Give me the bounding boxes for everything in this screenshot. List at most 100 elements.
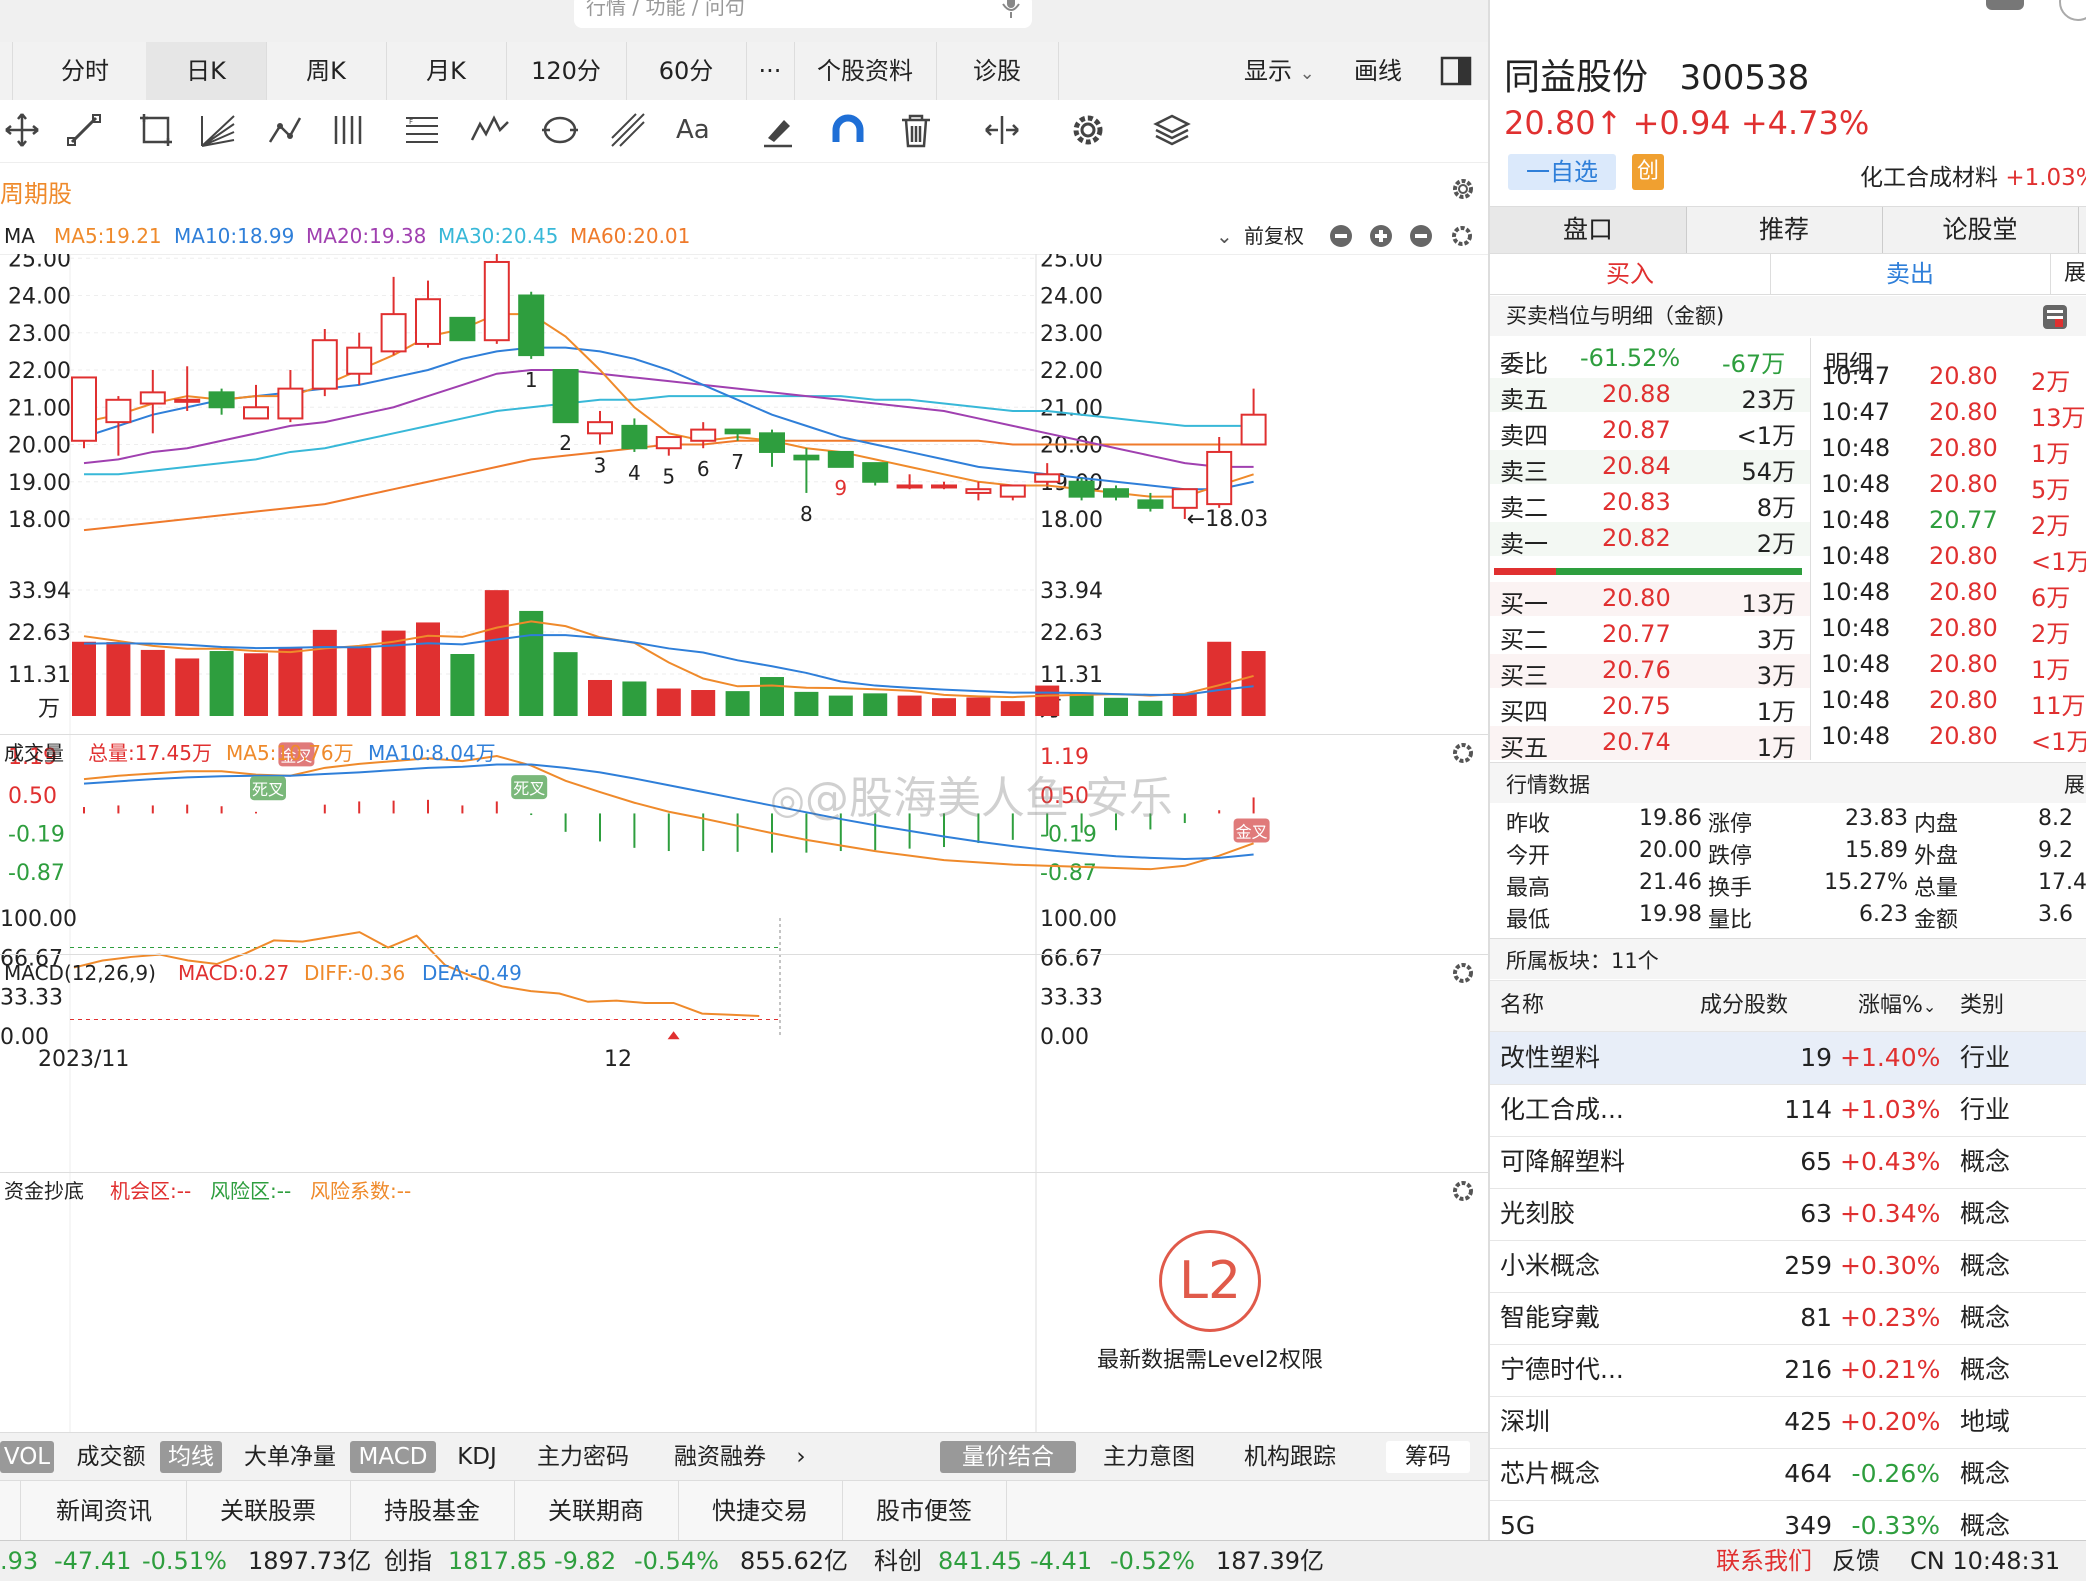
- candle-body[interactable]: [483, 260, 510, 342]
- volume-bar[interactable]: [1241, 651, 1266, 716]
- idx3-name[interactable]: 科创: [874, 1541, 922, 1581]
- volume-bar[interactable]: [932, 698, 956, 716]
- sector-row[interactable]: 宁德时代... 216 +0.21% 概念: [1490, 1344, 2086, 1397]
- volume-bar[interactable]: [1207, 641, 1232, 716]
- candle-body[interactable]: [415, 298, 441, 345]
- expand-horizontal-icon[interactable]: [980, 108, 1024, 152]
- sector-row[interactable]: 化工合成... 114 +1.03% 行业: [1490, 1084, 2086, 1137]
- bid-row[interactable]: 买一 20.80 13万: [1490, 582, 1810, 618]
- tab-volume-price[interactable]: 量价结合: [940, 1441, 1076, 1473]
- candle-body[interactable]: [896, 484, 923, 489]
- sector-row[interactable]: 光刻胶 63 +0.34% 概念: [1490, 1188, 2086, 1241]
- text-tool-icon[interactable]: Aa: [674, 108, 718, 152]
- bid-row[interactable]: 买五 20.74 1万: [1490, 726, 1810, 760]
- line-segment-icon[interactable]: [62, 108, 106, 152]
- tab-monthly-k[interactable]: 月K: [386, 42, 507, 100]
- settings-gear-icon[interactable]: [1450, 740, 1476, 766]
- volume-bar[interactable]: [175, 658, 200, 716]
- tab-notes[interactable]: 股市便签: [842, 1481, 1007, 1540]
- volume-bar[interactable]: [72, 641, 96, 716]
- bid-row[interactable]: 买三 20.76 3万: [1490, 654, 1810, 690]
- tab-stock-profile[interactable]: 个股资料: [794, 42, 937, 100]
- volume-bar[interactable]: [794, 691, 819, 716]
- trash-icon[interactable]: [894, 108, 938, 152]
- sector-row[interactable]: 5G 349 -0.33% 概念: [1490, 1500, 2086, 1540]
- candle-body[interactable]: [518, 294, 545, 357]
- candle-body[interactable]: [380, 313, 407, 353]
- tab-order-book[interactable]: 盘口: [1490, 207, 1687, 253]
- idx2-name[interactable]: 创指: [384, 1541, 432, 1581]
- candle-body[interactable]: [449, 316, 476, 342]
- rectangle-icon[interactable]: [134, 108, 178, 152]
- display-dropdown[interactable]: 显示 ⌄: [1244, 42, 1315, 100]
- tab-quick-trade[interactable]: 快捷交易: [678, 1481, 843, 1540]
- candle-body[interactable]: [827, 450, 854, 468]
- ask-row[interactable]: 卖五 20.88 23万: [1490, 378, 1810, 414]
- candle-body[interactable]: [1068, 480, 1095, 498]
- adjust-dropdown[interactable]: 前复权: [1244, 218, 1304, 254]
- sector-row[interactable]: 智能穿戴 81 +0.23% 概念: [1490, 1292, 2086, 1345]
- volume-bar[interactable]: [1035, 685, 1060, 716]
- volume-bar[interactable]: [828, 695, 853, 716]
- volume-bar[interactable]: [588, 679, 612, 716]
- volume-bar[interactable]: [1104, 697, 1128, 716]
- candle-body[interactable]: [724, 428, 751, 435]
- volume-bar[interactable]: [553, 652, 578, 716]
- candle-body[interactable]: [1103, 488, 1129, 498]
- orderbook-settings-icon[interactable]: [2042, 304, 2068, 330]
- account-icon[interactable]: [2058, 0, 2086, 22]
- candle-body[interactable]: [690, 428, 717, 442]
- fibonacci-icon[interactable]: F: [400, 108, 444, 152]
- tab-margin[interactable]: 融资融券: [660, 1441, 780, 1473]
- contact-us-link[interactable]: 联系我们: [1716, 1541, 1812, 1581]
- candle-body[interactable]: [1137, 499, 1164, 509]
- cycle-icon[interactable]: [538, 108, 582, 152]
- sector-row[interactable]: 芯片概念 464 -0.26% 概念: [1490, 1448, 2086, 1501]
- panel-toggle-icon[interactable]: [1440, 56, 1472, 86]
- volume-bar[interactable]: [622, 681, 647, 716]
- feedback-link[interactable]: 反馈: [1832, 1541, 1880, 1581]
- tab-forum[interactable]: 论股堂: [1882, 207, 2079, 253]
- sector-link[interactable]: 化工合成材料 +1.03%: [1860, 158, 2086, 192]
- col-type[interactable]: 类别: [1960, 981, 2004, 1031]
- settings-gear-icon[interactable]: [1452, 226, 1472, 246]
- add-watchlist-button[interactable]: 一自选: [1508, 154, 1616, 190]
- candle-body[interactable]: [552, 369, 579, 424]
- volume-bar[interactable]: [519, 610, 544, 716]
- volume-bar[interactable]: [1172, 692, 1197, 716]
- search-input[interactable]: 行情 / 功能 / 问句: [574, 0, 1032, 28]
- tab-big-order[interactable]: 大单净量L2: [236, 1441, 344, 1495]
- candle-body[interactable]: [862, 462, 889, 483]
- sector-row[interactable]: 深圳 425 +0.20% 地域: [1490, 1396, 2086, 1449]
- candle-body[interactable]: [105, 398, 132, 424]
- tab-daily-k[interactable]: 日K: [146, 42, 267, 100]
- candle-body[interactable]: [1240, 413, 1267, 446]
- candle-body[interactable]: [346, 346, 373, 375]
- volume-bar[interactable]: [1138, 700, 1163, 716]
- tab-kdj[interactable]: KDJ: [444, 1441, 510, 1473]
- buy-button[interactable]: 买入: [1490, 254, 1771, 294]
- volume-bar[interactable]: [725, 691, 750, 716]
- volume-bar[interactable]: [484, 590, 509, 716]
- tab-120min[interactable]: 120分: [506, 42, 627, 100]
- tab-institution[interactable]: 机构跟踪: [1222, 1441, 1358, 1473]
- candle-body[interactable]: [243, 406, 269, 420]
- gann-icon[interactable]: [606, 108, 650, 152]
- volume-bar[interactable]: [966, 697, 991, 716]
- volume-bar[interactable]: [691, 690, 716, 716]
- tab-main-code[interactable]: 主力密码: [528, 1441, 638, 1473]
- candle-body[interactable]: [1206, 450, 1233, 506]
- expand-button[interactable]: 展: [2064, 254, 2086, 294]
- eraser-icon[interactable]: [756, 108, 800, 152]
- tab-macd[interactable]: MACD: [350, 1441, 436, 1473]
- col-count[interactable]: 成分股数: [1700, 981, 1788, 1031]
- candle-body[interactable]: [277, 387, 304, 420]
- volume-bar[interactable]: [244, 653, 268, 716]
- candle-body[interactable]: [931, 484, 957, 489]
- volume-bar[interactable]: [1069, 692, 1094, 716]
- volume-bar[interactable]: [312, 629, 337, 716]
- volume-bar[interactable]: [209, 651, 234, 716]
- candle-body[interactable]: [999, 484, 1026, 498]
- volume-bar[interactable]: [863, 693, 888, 716]
- bid-row[interactable]: 买二 20.77 3万: [1490, 618, 1810, 654]
